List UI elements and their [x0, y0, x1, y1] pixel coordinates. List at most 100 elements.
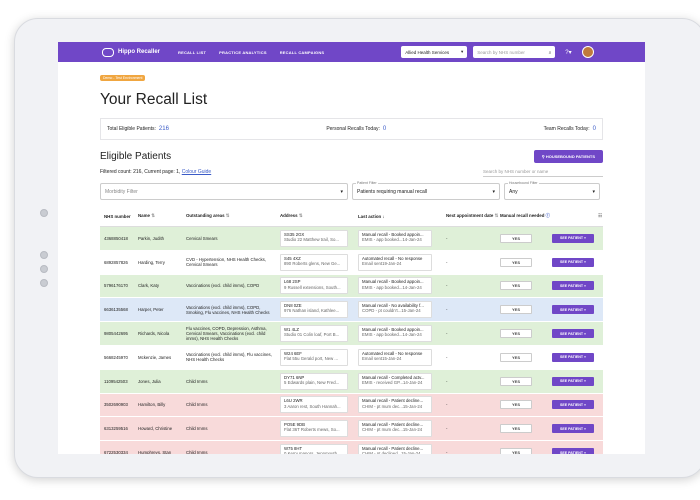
address-box: L6U 2WR 3 Aaron rest, South Hannah... [280, 396, 348, 414]
last-action-note: EMIS - app booked... [362, 237, 403, 243]
col-last-action[interactable]: Last action ↓ [358, 214, 442, 219]
table-row[interactable]: 6636135568 Harper, Peter Vaccinations (e… [100, 298, 603, 323]
address-box: W75 8HT 0 Kerry manors, Jennmouth... [280, 444, 348, 454]
manual-recall-yes-toggle[interactable]: YES [500, 400, 532, 410]
col-address[interactable]: Address ⇅ [280, 213, 358, 219]
table-row[interactable]: 9805442695 Richards, Nicola Flu vaccines… [100, 322, 603, 346]
table-row[interactable]: 6722530334 Humphreys, Stan Child Imms W7… [100, 441, 603, 454]
patient-filter[interactable]: Patient Filter Patients requiring manual… [352, 181, 500, 200]
nhs-search-input[interactable]: Search by NHS number ⌕ [473, 46, 556, 58]
morbidity-filter[interactable]: Morbidity Filter ▾ [100, 183, 348, 200]
see-patient-button[interactable]: SEE PATIENT » [552, 257, 594, 267]
last-action-detail: CHIM - pt mum dec...15-Jan-24 [362, 404, 428, 409]
last-action-date: 15-Jan-24 [402, 403, 423, 409]
brand-logo[interactable]: Hippo Recaller [102, 47, 161, 57]
manual-recall-yes-toggle[interactable]: YES [500, 376, 532, 386]
table-row[interactable]: 5796176170 Clark, Katy Vaccinations (exc… [100, 274, 603, 299]
last-action-note: EMIS - app booked... [362, 284, 403, 290]
manual-recall-yes-toggle[interactable]: YES [500, 424, 532, 434]
table-row[interactable]: 3502690903 Hamilton, Billy Child Imms L6… [100, 393, 603, 418]
see-patient-button[interactable]: SEE PATIENT » [552, 329, 594, 339]
see-patient-button[interactable]: SEE PATIENT » [552, 305, 594, 315]
info-icon[interactable]: ⓘ [546, 213, 550, 218]
table-row[interactable]: 6313259516 Howard, Christine Child Imms … [100, 417, 603, 442]
outstanding-areas: Vaccinations (excl. child imms), Flu vac… [186, 352, 272, 363]
next-appointment: - [446, 331, 448, 337]
see-patient-button[interactable]: SEE PATIENT » [552, 400, 594, 410]
patient-name: Mckenzie, James [138, 354, 172, 360]
patient-name: Parkin, Judith [138, 235, 165, 241]
filtered-count-label: Filtered count: [100, 169, 132, 175]
side-button [40, 209, 48, 217]
manual-recall-yes-toggle[interactable]: YES [500, 448, 532, 454]
manual-recall-yes-toggle[interactable]: YES [500, 305, 532, 315]
sort-icon: ⇅ [494, 213, 499, 218]
table-search-input[interactable]: Search by NHS number or name [483, 169, 603, 177]
org-select[interactable]: Allied Health Services ▾ [401, 46, 468, 58]
col-next-appt[interactable]: Next appointment date ⇅ [442, 213, 500, 219]
nav-recall-list[interactable]: RECALL LIST [178, 50, 206, 55]
morbidity-filter-placeholder: Morbidity Filter [105, 188, 138, 195]
address-line: 0 Kerry manors, Jennmouth... [284, 451, 341, 454]
address-box: L68 2SP 9 Russell extensions, South... [280, 277, 348, 295]
housebound-patients-button[interactable]: ⚲ HOUSEBOUND PATIENTS [533, 150, 603, 163]
search-icon[interactable]: ⌕ [549, 50, 552, 55]
stat-total-label: Total Eligible Patients: [107, 126, 156, 132]
help-icon[interactable]: ?▾ [565, 49, 571, 56]
address-box: W24 6EF Flat 55u Gerald port, New ... [280, 348, 348, 366]
see-patient-button[interactable]: SEE PATIENT » [552, 281, 594, 291]
col-areas[interactable]: Outstanding areas ⇅ [186, 213, 280, 218]
patient-name: Richards, Nicola [138, 331, 170, 337]
manual-recall-yes-toggle[interactable]: YES [500, 281, 532, 291]
table-row[interactable]: 6892857826 Harding, Terry CVD - Hyperten… [100, 250, 603, 275]
table-row[interactable]: 4368850418 Parkin, Judith Cervical Smear… [100, 227, 603, 251]
manual-recall-yes-toggle[interactable]: YES [500, 352, 532, 362]
nhs-number: 6636135568 [104, 307, 128, 313]
table-row[interactable]: 5668245970 Mckenzie, James Vaccinations … [100, 345, 603, 370]
last-action-box: Automated recall - No response Email sen… [358, 348, 432, 366]
outstanding-areas: Child Imms [186, 426, 208, 432]
manual-recall-cell: YES [500, 352, 552, 362]
nav-practice-analytics[interactable]: PRACTICE ANALYTICS [219, 50, 267, 55]
manual-recall-yes-toggle[interactable]: YES [500, 257, 532, 267]
colour-guide-link[interactable]: Colour Guide [182, 169, 211, 175]
hippo-logo-icon [102, 47, 114, 57]
col-address-label: Address [280, 213, 298, 218]
app-screen: Hippo Recaller RECALL LIST PRACTICE ANAL… [58, 42, 645, 454]
manual-recall-yes-toggle[interactable]: YES [500, 329, 532, 339]
nhs-number: 6722530334 [104, 450, 128, 454]
see-patient-button[interactable]: SEE PATIENT » [552, 448, 594, 454]
housebound-filter-label: Housebound Filter [508, 181, 539, 185]
see-patient-button[interactable]: SEE PATIENT » [552, 352, 594, 362]
avatar[interactable] [581, 46, 594, 58]
table-header: NHS number Name ⇅ Outstanding areas ⇅ Ad… [100, 206, 603, 227]
col-manual[interactable]: Manual recall needed ⓘ [500, 213, 552, 219]
stat-team: Team Recalls Today: 0 [544, 126, 596, 132]
table-body: 4368850418 Parkin, Judith Cervical Smear… [100, 227, 603, 454]
address-cell: W24 6EF Flat 55u Gerald port, New ... [280, 348, 358, 366]
manual-recall-yes-toggle[interactable]: YES [500, 233, 532, 243]
last-action-box: Manual recall - Completed actv... EMIS -… [358, 372, 432, 390]
sort-icon: ⇅ [298, 213, 303, 218]
side-button [40, 265, 48, 273]
see-patient-button[interactable]: SEE PATIENT » [552, 233, 594, 243]
last-action-box: Manual recall - No availability f... COP… [358, 301, 432, 319]
see-patient-button[interactable]: SEE PATIENT » [552, 424, 594, 434]
col-nhs[interactable]: NHS number [100, 214, 138, 219]
see-patient-label: SEE PATIENT [559, 450, 584, 454]
see-patient-cell: SEE PATIENT » [552, 281, 602, 291]
see-patient-button[interactable]: SEE PATIENT » [552, 376, 594, 386]
nhs-number: 6313259516 [104, 426, 128, 432]
address-line: 976 Nathan island, Kathlee... [284, 308, 340, 314]
main-content: Demo - Test Environment Your Recall List… [58, 62, 603, 454]
housebound-filter[interactable]: Housebound Filter Any ▾ [504, 181, 600, 200]
nav-recall-campaigns[interactable]: RECALL CAMPAIGNS [280, 50, 325, 55]
table-row[interactable]: 1109542503 Jones, Julia Child Imms DY71 … [100, 369, 603, 394]
column-settings-icon[interactable]: ☷ [552, 213, 602, 219]
col-name[interactable]: Name ⇅ [138, 213, 186, 219]
col-next-appt-label: Next appointment date [446, 213, 494, 218]
brand-name: Hippo Recaller [118, 49, 161, 55]
last-action-date: 15-Jan-24 [401, 451, 421, 454]
last-action-cell: Manual recall - Booked appoin... EMIS - … [358, 277, 442, 295]
nhs-number: 4368850418 [104, 235, 128, 241]
